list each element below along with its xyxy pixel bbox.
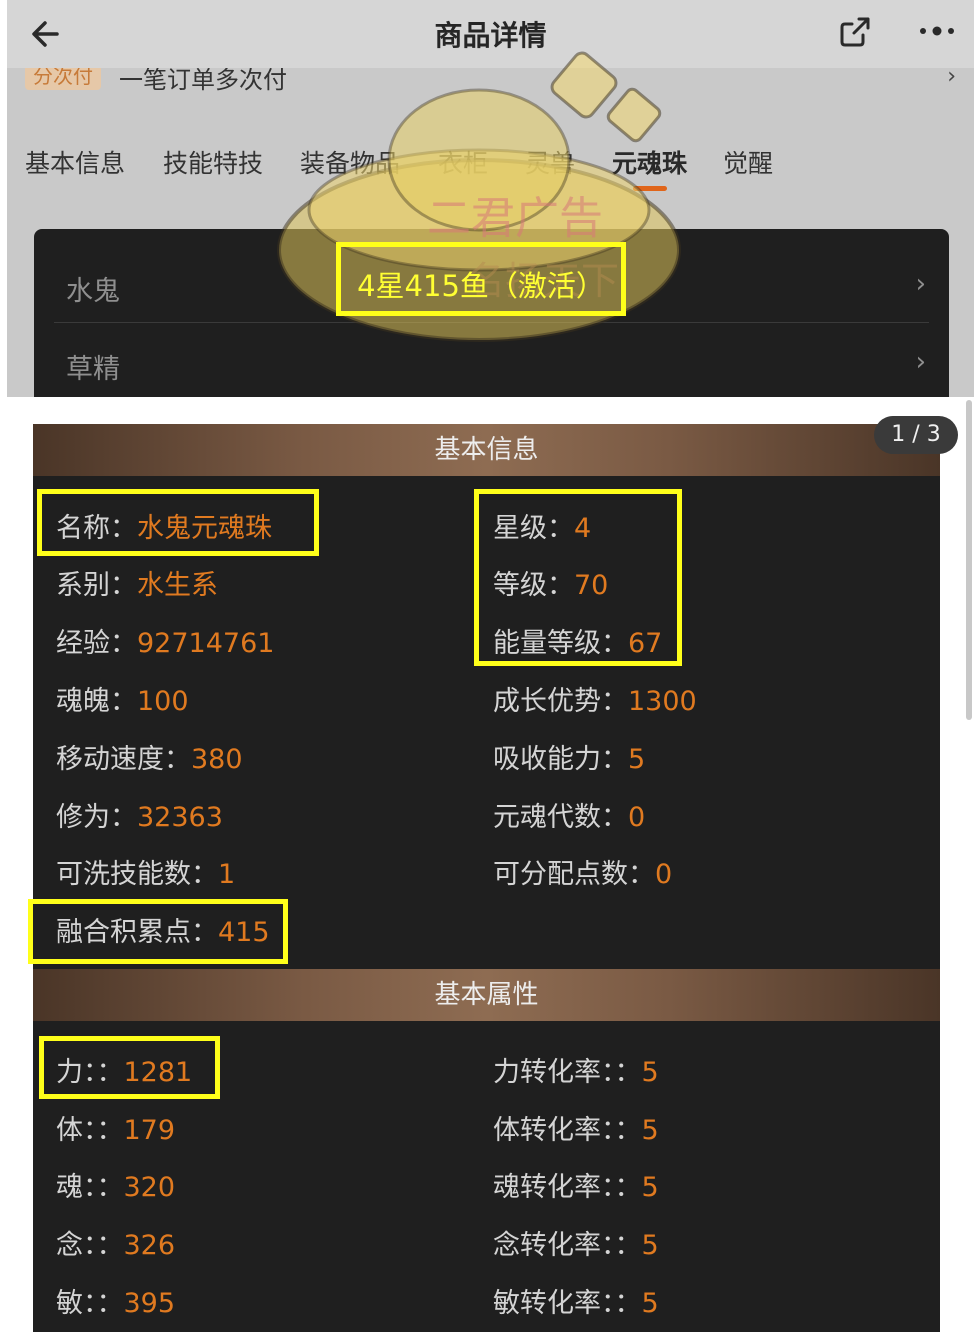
- annotation-box: [37, 489, 319, 556]
- field-washable-skills: 可洗技能数：1: [56, 859, 236, 890]
- app-bar: 商品详情: [7, 0, 974, 68]
- watermark-text: 二君广告: [427, 193, 603, 244]
- tab-equipment[interactable]: 装备物品: [300, 144, 400, 180]
- section-header-basic-attr: 基本属性: [33, 969, 940, 1021]
- annotation-text: 4星415鱼（激活）: [357, 269, 605, 303]
- divider: [54, 322, 929, 323]
- chevron-right-icon: ›: [915, 269, 926, 299]
- annotation-box: [28, 899, 288, 964]
- list-item-label: 水鬼: [66, 276, 120, 307]
- attr-mind: 念：：326: [56, 1230, 176, 1261]
- banner-text: 一笔订单多次付: [119, 68, 287, 92]
- list-item-label: 草精: [66, 354, 120, 385]
- field-series: 系别：水生系: [56, 570, 218, 601]
- dimmed-top-region: 商品详情 分次付 一笔订单多次付 › 基本信息 技能特技 装备物品 衣柜 灵兽 …: [7, 0, 974, 397]
- tab-skills[interactable]: 技能特技: [163, 144, 263, 180]
- field-exp: 经验：92714761: [56, 628, 275, 659]
- field-growth: 成长优势：1300: [493, 686, 697, 717]
- attr-agility: 敏：：395: [56, 1288, 176, 1319]
- chevron-right-icon: ›: [915, 347, 926, 377]
- field-assignable-points: 可分配点数：0: [493, 859, 673, 890]
- section-header-basic-info: 基本信息: [33, 424, 940, 476]
- attr-strength-rate: 力转化率：：5: [493, 1057, 659, 1088]
- page-title: 商品详情: [434, 19, 547, 52]
- field-move-speed: 移动速度：380: [56, 744, 243, 775]
- tab-pets[interactable]: 灵兽: [525, 144, 575, 180]
- page-indicator: 1 / 3: [874, 416, 958, 454]
- annotation-box: [39, 1036, 220, 1099]
- annotation-box: 4星415鱼（激活）: [336, 242, 626, 316]
- annotation-box: [474, 489, 682, 666]
- chevron-right-icon: ›: [947, 68, 956, 89]
- banner-tag: 分次付: [25, 68, 101, 90]
- tab-soul-orb[interactable]: 元魂珠: [612, 144, 687, 180]
- field-soul: 魂魄：100: [56, 686, 189, 717]
- scrollbar[interactable]: [966, 400, 972, 720]
- active-tab-indicator: [633, 186, 667, 191]
- tab-basic-info[interactable]: 基本信息: [25, 144, 125, 180]
- tab-awaken[interactable]: 觉醒: [723, 144, 773, 180]
- field-generation: 元魂代数：0: [493, 802, 646, 833]
- list-item[interactable]: 草精 ›: [66, 347, 926, 386]
- tab-wardrobe[interactable]: 衣柜: [438, 144, 488, 180]
- attr-mind-rate: 念转化率：：5: [493, 1230, 659, 1261]
- attr-body-rate: 体转化率：：5: [493, 1115, 659, 1146]
- attr-body: 体：：179: [56, 1115, 176, 1146]
- attr-soul-rate: 魂转化率：：5: [493, 1172, 659, 1203]
- payment-banner[interactable]: 分次付 一笔订单多次付 ›: [7, 68, 974, 92]
- attr-agility-rate: 敏转化率：：5: [493, 1288, 659, 1319]
- attr-soul: 魂：：320: [56, 1172, 176, 1203]
- more-icon[interactable]: [917, 16, 957, 46]
- share-icon[interactable]: [837, 14, 873, 50]
- field-absorb: 吸收能力：5: [493, 744, 646, 775]
- field-cultivation: 修为：32363: [56, 802, 223, 833]
